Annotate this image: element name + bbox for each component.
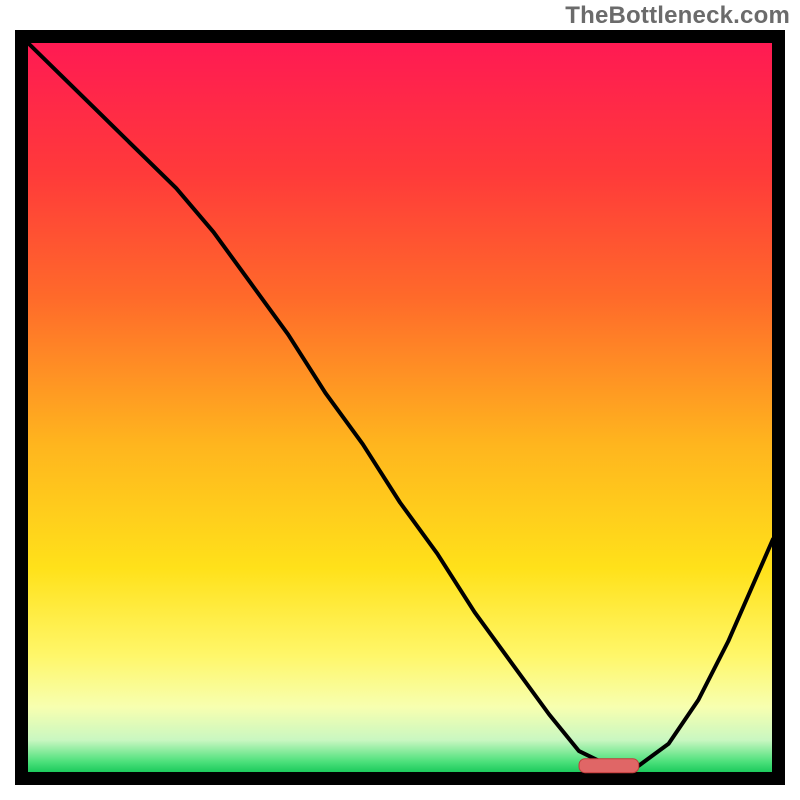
bottleneck-minimum-marker [579, 759, 639, 773]
chart-stage: TheBottleneck.com [0, 0, 800, 800]
plot-area [15, 30, 785, 785]
watermark-text: TheBottleneck.com [565, 2, 790, 30]
bottleneck-chart [15, 30, 785, 785]
